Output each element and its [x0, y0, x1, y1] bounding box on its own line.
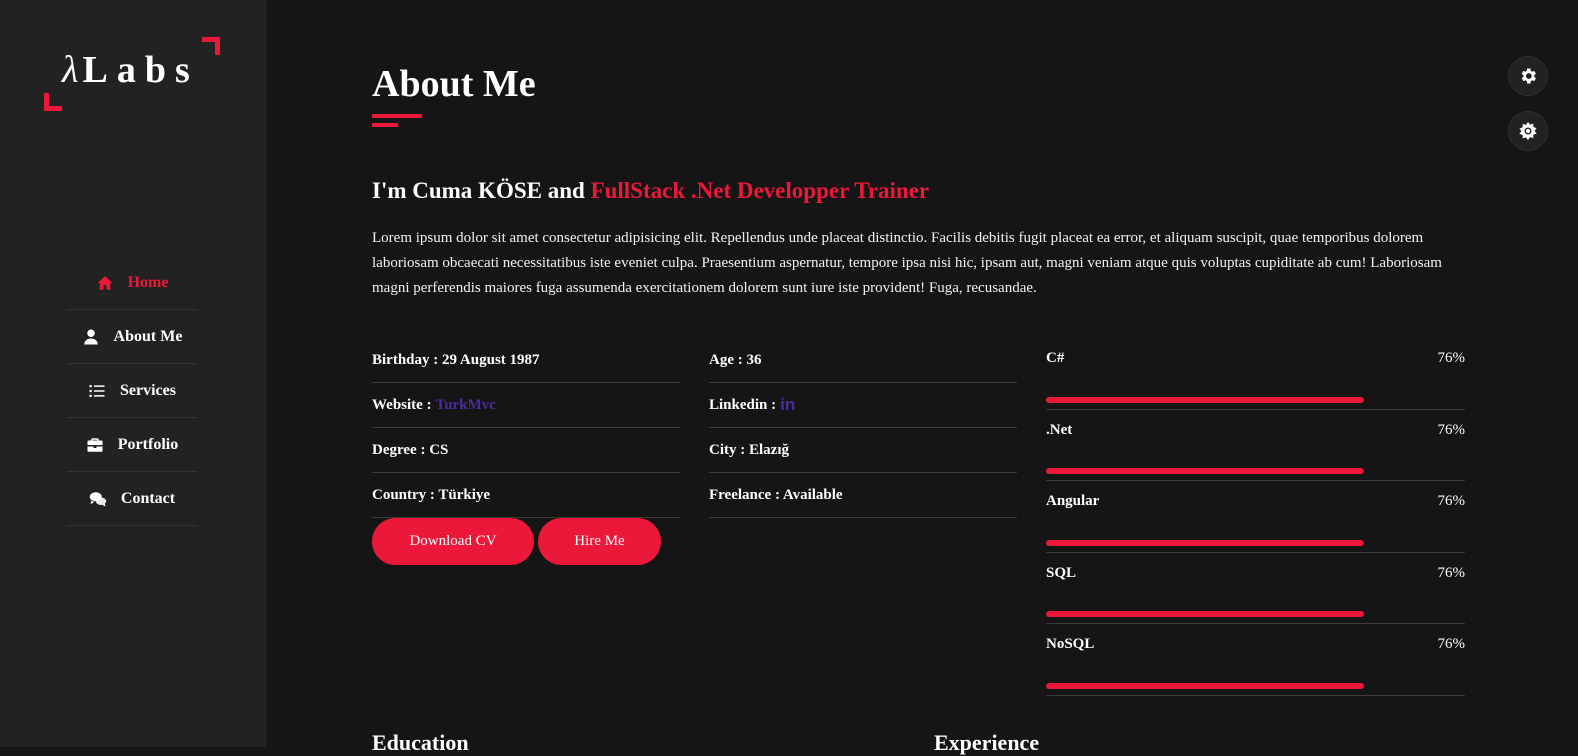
logo-lambda: λ — [62, 49, 79, 91]
skill-name: Angular — [1046, 493, 1100, 509]
skill-progress-bar — [1046, 468, 1365, 474]
intro-prefix: I'm Cuma KÖSE and — [372, 178, 591, 203]
skill-item: .Net 76% — [1046, 410, 1466, 481]
info-age: Age : 36 — [709, 338, 1017, 383]
nav-label-services: Services — [120, 381, 176, 399]
skill-progress-track — [1046, 468, 1465, 474]
skill-name: SQL — [1046, 564, 1077, 581]
page-title: About Me — [372, 63, 536, 105]
about-description: Lorem ipsum dolor sit amet consectetur a… — [372, 230, 1442, 296]
nav-item-contact[interactable]: Contact — [67, 472, 197, 526]
info-degree: Degree : CS — [372, 428, 680, 473]
skill-progress-track — [1046, 682, 1465, 689]
skill-item: SQL 76% — [1046, 553, 1466, 624]
briefcase-icon — [87, 437, 103, 452]
info-country: Country : Türkiye — [372, 473, 680, 518]
skill-progress-bar — [1046, 396, 1365, 403]
skill-name: C# — [1046, 350, 1065, 366]
logo-text: λ Labs — [62, 51, 199, 89]
nav-item-home[interactable]: Home — [67, 256, 197, 310]
skill-progress-track — [1046, 396, 1465, 403]
comments-icon — [89, 491, 107, 506]
skill-item: C# 76% — [1046, 338, 1465, 410]
skill-item: NoSQL 76% — [1046, 624, 1465, 696]
info-website: Website : TurkMvc — [372, 383, 680, 428]
nav-item-portfolio[interactable]: Portfolio — [67, 418, 197, 472]
skill-percent: 76% — [1437, 350, 1466, 366]
action-buttons: Download CV Hire Me — [372, 518, 661, 565]
experience-heading: Experience — [934, 730, 1040, 755]
info-website-label: Website : — [372, 396, 432, 413]
intro-accent: FullStack .Net Developper Trainer — [590, 178, 930, 203]
skill-progress-track — [1046, 539, 1465, 546]
sidebar: λ Labs Home About Me Services Portfolio C… — [0, 0, 266, 747]
skills-list: C# 76% .Net 76% Angular 76% SQL 76% NoSQ… — [1046, 338, 1465, 696]
skill-item: Angular 76% — [1046, 481, 1465, 553]
info-linkedin: Linkedin : in — [709, 383, 1017, 428]
nav-label-about: About Me — [113, 327, 183, 345]
user-icon — [83, 329, 98, 344]
intro-heading: I'm Cuma KÖSE and FullStack .Net Develop… — [372, 178, 929, 204]
hire-me-button[interactable]: Hire Me — [538, 518, 661, 565]
nav-label-contact: Contact — [120, 489, 176, 507]
list-icon — [89, 384, 105, 397]
personal-info-right: Age : 36 Linkedin : in City : Elazığ Fre… — [709, 338, 1017, 518]
skill-progress-bar — [1046, 682, 1365, 689]
skill-percent: 76% — [1437, 564, 1466, 581]
nav-item-about[interactable]: About Me — [67, 310, 197, 364]
info-freelance: Freelance : Available — [709, 473, 1017, 518]
title-underline-short — [372, 123, 398, 127]
skill-name: NoSQL — [1046, 636, 1095, 652]
gear-icon — [1521, 68, 1536, 84]
brand-logo[interactable]: λ Labs — [44, 37, 220, 111]
nav-item-services[interactable]: Services — [67, 364, 197, 418]
style-switcher-button[interactable] — [1508, 56, 1548, 96]
info-city: City : Elazığ — [709, 428, 1017, 473]
education-heading: Education — [372, 730, 469, 755]
download-cv-button[interactable]: Download CV — [372, 518, 534, 565]
skill-progress-bar — [1046, 539, 1365, 546]
logo-name: Labs — [82, 49, 199, 91]
website-link[interactable]: TurkMvc — [436, 397, 496, 414]
skill-percent: 76% — [1437, 493, 1466, 509]
skill-progress-bar — [1046, 611, 1365, 617]
logo-corner-bottom-left — [44, 93, 62, 111]
sun-icon — [1519, 121, 1537, 141]
skill-percent: 76% — [1437, 421, 1466, 438]
home-icon — [97, 275, 113, 290]
main-nav: Home About Me Services Portfolio Contact — [67, 256, 197, 526]
nav-label-portfolio: Portfolio — [117, 435, 179, 453]
info-linkedin-label: Linkedin : — [709, 396, 777, 413]
skill-percent: 76% — [1437, 636, 1466, 652]
title-underline — [372, 114, 422, 118]
personal-info-left: Birthday : 29 August 1987 Website : Turk… — [372, 338, 680, 518]
linkedin-icon[interactable]: in — [780, 395, 795, 415]
info-birthday: Birthday : 29 August 1987 — [372, 338, 680, 383]
skill-name: .Net — [1046, 421, 1073, 438]
nav-label-home: Home — [127, 273, 169, 291]
logo-corner-top-right — [202, 37, 220, 55]
skill-progress-track — [1046, 611, 1465, 617]
day-night-toggle[interactable] — [1508, 111, 1548, 151]
